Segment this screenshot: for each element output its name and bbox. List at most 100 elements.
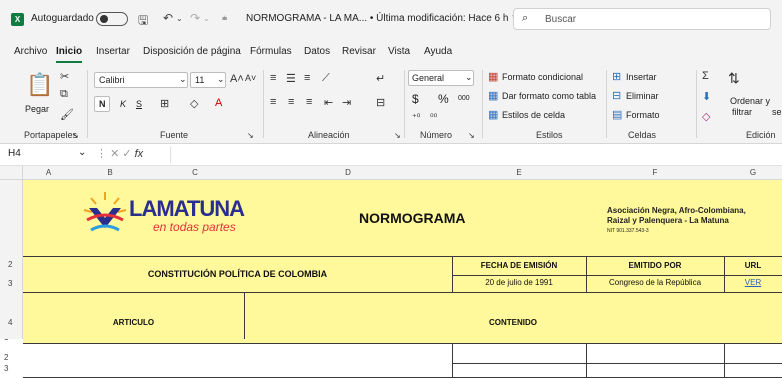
font-size-select[interactable]: 11 ⌄	[190, 72, 226, 88]
formula-input[interactable]	[170, 146, 782, 163]
tab-ayuda[interactable]: Ayuda	[424, 46, 452, 57]
tab-datos[interactable]: Datos	[304, 46, 330, 57]
delete-cells-button[interactable]: Eliminar	[626, 91, 659, 101]
save-icon[interactable]: 🖫	[138, 11, 148, 32]
decrease-indent-icon[interactable]: ⇤	[324, 96, 333, 109]
redo-icon[interactable]: ↷	[190, 11, 200, 25]
dialog-launcher-icon[interactable]: ↘	[394, 131, 401, 140]
currency-button[interactable]: $	[412, 92, 419, 106]
align-bottom-icon[interactable]: ≡	[304, 72, 310, 84]
decrease-decimal-icon[interactable]: ⁰⁰	[430, 112, 437, 123]
grow-font-icon[interactable]: A˄	[230, 73, 244, 85]
align-middle-icon[interactable]: ☰	[286, 72, 296, 85]
emitido-value-cell[interactable]: Congreso de la República	[586, 278, 724, 287]
redo-dropdown-icon[interactable]: ⌄	[203, 14, 210, 23]
font-color-icon[interactable]: A	[215, 97, 222, 109]
header-emitido-por[interactable]: EMITIDO POR	[586, 261, 724, 270]
sort-label[interactable]: Ordenar y	[730, 96, 770, 106]
paste-icon[interactable]: 📋	[26, 72, 53, 98]
fill-color-icon[interactable]: ◇	[190, 97, 198, 110]
cancel-icon[interactable]: ✕	[110, 148, 119, 160]
col-header-g[interactable]: G	[724, 168, 782, 177]
wrap-text-icon[interactable]: ↵	[376, 72, 385, 85]
row-header-3[interactable]: 3	[8, 279, 12, 288]
confirm-icon[interactable]: ✓	[122, 148, 131, 160]
format-as-table-icon[interactable]: ▦	[488, 89, 498, 102]
borders-icon[interactable]: ⊞	[160, 97, 169, 110]
document-title[interactable]: NORMOGRAMA - LA MA... • Última modificac…	[246, 13, 519, 24]
undo-icon[interactable]: ↶	[163, 11, 173, 25]
dialog-launcher-icon[interactable]: ↘	[247, 131, 254, 140]
font-family-select[interactable]: Calibri ⌄	[94, 72, 188, 88]
col-header-b[interactable]: B	[74, 168, 146, 177]
align-left-icon[interactable]: ≡	[270, 96, 276, 108]
autosum-icon[interactable]: Σ	[702, 70, 709, 82]
number-format-select[interactable]: General ⌄	[408, 70, 474, 86]
format-cells-button[interactable]: Formato	[626, 110, 660, 120]
cell-styles-icon[interactable]: ▦	[488, 108, 498, 121]
undo-dropdown-icon[interactable]: ⌄	[176, 14, 183, 23]
percent-button[interactable]: %	[438, 92, 449, 106]
conditional-format-icon[interactable]: ▦	[488, 70, 498, 83]
dialog-launcher-icon[interactable]: ↘	[468, 131, 475, 140]
format-painter-icon[interactable]: 🖌	[60, 108, 74, 121]
name-box[interactable]: H4 ⌄	[4, 146, 92, 163]
header-url[interactable]: URL	[724, 261, 782, 270]
merge-center-icon[interactable]: ⊟	[376, 96, 385, 109]
row-header-2[interactable]: 2	[4, 353, 8, 362]
row-header-2[interactable]: 2	[8, 260, 12, 269]
header-articulo[interactable]: ARTICULO	[23, 318, 244, 327]
tab-inicio[interactable]: Inicio	[56, 46, 82, 57]
col-header-a[interactable]: A	[23, 168, 74, 177]
orientation-icon[interactable]: ⟋	[322, 72, 330, 85]
tab-revisar[interactable]: Revisar	[342, 46, 376, 57]
thousands-button[interactable]: 000	[458, 95, 470, 102]
tab-archivo[interactable]: Archivo	[14, 46, 47, 57]
tab-disposicion[interactable]: Disposición de página	[143, 46, 241, 57]
law-title-cell[interactable]: CONSTITUCIÓN POLÍTICA DE COLOMBIA	[23, 269, 452, 279]
row-header-4[interactable]: 4	[8, 318, 12, 327]
insert-cells-button[interactable]: Insertar	[626, 72, 657, 82]
increase-decimal-icon[interactable]: ⁺⁰	[412, 112, 420, 123]
paste-label[interactable]: Pegar	[25, 104, 49, 114]
align-top-icon[interactable]: ≡	[270, 72, 276, 84]
search-box[interactable]: ⌕ Buscar	[513, 8, 771, 30]
header-fecha-emision[interactable]: FECHA DE EMISIÓN	[452, 261, 586, 270]
insert-cells-icon[interactable]: ⊞	[612, 70, 621, 83]
insert-function-icon[interactable]: fx	[135, 148, 144, 160]
dialog-launcher-icon[interactable]: ↘	[72, 131, 79, 140]
tab-insertar[interactable]: Insertar	[96, 46, 130, 57]
delete-cells-icon[interactable]: ⊟	[612, 89, 621, 102]
col-header-f[interactable]: F	[586, 168, 724, 177]
url-link[interactable]: VER	[724, 278, 782, 287]
fill-icon[interactable]: ⬇	[702, 90, 711, 103]
tab-vista[interactable]: Vista	[388, 46, 410, 57]
cell-styles-button[interactable]: Estilos de celda	[502, 110, 565, 120]
format-as-table-button[interactable]: Dar formato como tabla	[502, 91, 596, 101]
conditional-format-button[interactable]: Formato condicional	[502, 72, 583, 82]
italic-button[interactable]: K	[120, 99, 126, 109]
bold-button[interactable]: N	[94, 96, 110, 112]
col-header-e[interactable]: E	[452, 168, 586, 177]
tab-formulas[interactable]: Fórmulas	[250, 46, 292, 57]
filter-label[interactable]: filtrar	[732, 107, 752, 117]
col-header-d[interactable]: D	[244, 168, 452, 177]
cut-icon[interactable]: ✂	[60, 70, 69, 83]
customize-qat-icon[interactable]: ⩧	[222, 13, 227, 24]
align-right-icon[interactable]: ≡	[306, 96, 312, 108]
col-header-c[interactable]: C	[146, 168, 244, 177]
clear-icon[interactable]: ◇	[702, 110, 710, 123]
shrink-font-icon[interactable]: A˅	[245, 73, 256, 83]
align-center-icon[interactable]: ≡	[288, 96, 294, 108]
select-all-corner[interactable]	[0, 166, 23, 180]
sort-filter-icon[interactable]: ⇅	[728, 70, 740, 87]
fecha-value-cell[interactable]: 20 de julio de 1991	[452, 278, 586, 287]
header-contenido[interactable]: CONTENIDO	[244, 318, 782, 327]
autosave-toggle[interactable]	[96, 12, 128, 26]
format-cells-icon[interactable]: ▤	[612, 108, 622, 121]
copy-icon[interactable]: ⧉	[60, 88, 68, 101]
select-label[interactable]: sel	[772, 107, 782, 117]
increase-indent-icon[interactable]: ⇥	[342, 96, 351, 109]
underline-button[interactable]: S	[136, 99, 142, 109]
row-header-3[interactable]: 3	[4, 364, 8, 373]
